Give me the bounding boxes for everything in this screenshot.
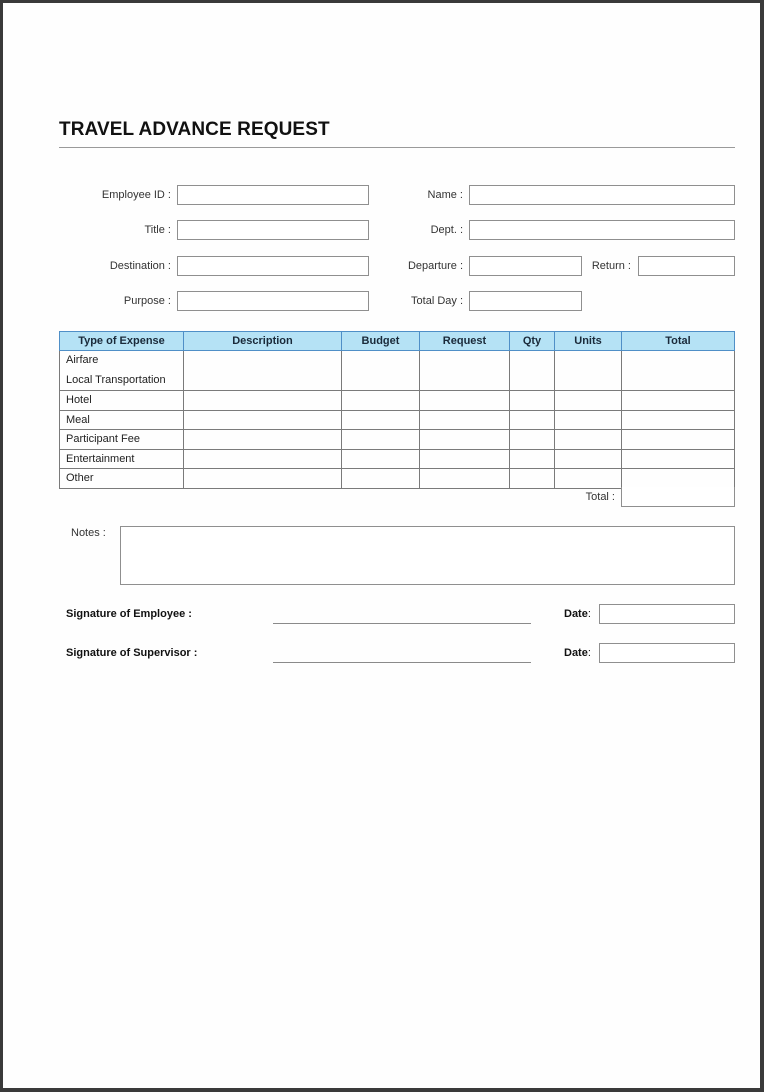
request-cell[interactable] [419, 449, 510, 469]
destination-field[interactable] [177, 256, 369, 276]
qty-cell[interactable] [509, 350, 555, 391]
employee-date-field[interactable] [599, 604, 735, 624]
grand-total-field[interactable] [621, 487, 735, 507]
expense-type-other: Other [59, 468, 184, 489]
table-row: Entertainment [59, 449, 735, 469]
page-title: TRAVEL ADVANCE REQUEST [59, 119, 330, 140]
destination-label: Destination : [109, 260, 171, 272]
dept-field[interactable] [469, 220, 735, 240]
expense-type-hotel: Hotel [59, 390, 184, 411]
qty-cell[interactable] [509, 468, 555, 489]
description-cell[interactable] [183, 390, 342, 411]
expense-type-local-transportation: Local Transportation [66, 373, 166, 386]
total-cell[interactable] [621, 390, 735, 411]
request-cell[interactable] [419, 350, 510, 391]
total-cell[interactable] [621, 468, 735, 489]
supervisor-date-text: Date [564, 647, 588, 659]
notes-label: Notes : [71, 527, 106, 539]
supervisor-date-colon: : [587, 647, 591, 659]
title-field[interactable] [177, 220, 369, 240]
return-field[interactable] [638, 256, 735, 276]
expense-table-header: Type of Expense Description Budget Reque… [59, 331, 735, 351]
qty-cell[interactable] [509, 390, 555, 411]
table-row: Meal [59, 410, 735, 430]
table-row: Participant Fee [59, 429, 735, 450]
description-cell[interactable] [183, 350, 342, 391]
employee-id-field[interactable] [177, 185, 369, 205]
column-header-description: Description [183, 331, 342, 351]
description-cell[interactable] [183, 449, 342, 469]
budget-cell[interactable] [341, 390, 420, 411]
employee-id-label: Employee ID : [101, 189, 171, 201]
purpose-label: Purpose : [123, 295, 171, 307]
expense-type-cell: Airfare Local Transportation [59, 350, 184, 391]
request-cell[interactable] [419, 390, 510, 411]
column-header-budget: Budget [341, 331, 420, 351]
units-cell[interactable] [554, 410, 622, 430]
expense-type-participant-fee: Participant Fee [59, 429, 184, 450]
units-cell[interactable] [554, 449, 622, 469]
departure-field[interactable] [469, 256, 582, 276]
supervisor-signature-label: Signature of Supervisor : [66, 647, 198, 659]
column-header-request: Request [419, 331, 510, 351]
request-cell[interactable] [419, 410, 510, 430]
name-field[interactable] [469, 185, 735, 205]
request-cell[interactable] [419, 429, 510, 450]
dept-label: Dept. : [430, 224, 463, 236]
total-day-field[interactable] [469, 291, 582, 311]
document-page: TRAVEL ADVANCE REQUEST Employee ID : Nam… [3, 3, 760, 1088]
expense-type-airfare: Airfare [66, 354, 99, 366]
description-cell[interactable] [183, 410, 342, 430]
column-header-qty: Qty [509, 331, 555, 351]
qty-cell[interactable] [509, 449, 555, 469]
budget-cell[interactable] [341, 410, 420, 430]
table-row: Other [59, 468, 735, 489]
budget-cell[interactable] [341, 449, 420, 469]
supervisor-date-label: Date: [564, 643, 591, 663]
table-row: Airfare Local Transportation [59, 350, 735, 391]
total-day-label: Total Day : [411, 295, 463, 307]
employee-date-text: Date [564, 608, 588, 620]
units-cell[interactable] [554, 429, 622, 450]
total-cell[interactable] [621, 449, 735, 469]
notes-field[interactable] [120, 526, 735, 585]
description-cell[interactable] [183, 429, 342, 450]
return-label: Return : [591, 260, 631, 272]
total-cell[interactable] [621, 429, 735, 450]
employee-signature-label: Signature of Employee : [66, 608, 192, 620]
units-cell[interactable] [554, 350, 622, 391]
table-row: Hotel [59, 390, 735, 411]
request-cell[interactable] [419, 468, 510, 489]
purpose-field[interactable] [177, 291, 369, 311]
units-cell[interactable] [554, 468, 622, 489]
employee-signature-line[interactable] [273, 623, 531, 624]
budget-cell[interactable] [341, 468, 420, 489]
expense-type-meal: Meal [59, 410, 184, 430]
budget-cell[interactable] [341, 350, 420, 391]
employee-date-label: Date: [564, 604, 591, 624]
expense-type-entertainment: Entertainment [59, 449, 184, 469]
qty-cell[interactable] [509, 429, 555, 450]
name-label: Name : [427, 189, 463, 201]
budget-cell[interactable] [341, 429, 420, 450]
column-header-total: Total [621, 331, 735, 351]
departure-label: Departure : [407, 260, 463, 272]
employee-date-colon: : [587, 608, 591, 620]
grand-total-label: Total : [585, 491, 615, 503]
title-label: Title : [144, 224, 172, 236]
units-cell[interactable] [554, 390, 622, 411]
expense-table: Type of Expense Description Budget Reque… [59, 331, 735, 489]
qty-cell[interactable] [509, 410, 555, 430]
column-header-type: Type of Expense [59, 331, 184, 351]
column-header-units: Units [554, 331, 622, 351]
supervisor-signature-line[interactable] [273, 662, 531, 663]
title-divider [59, 147, 735, 148]
total-cell[interactable] [621, 410, 735, 430]
total-cell[interactable] [621, 350, 735, 391]
description-cell[interactable] [183, 468, 342, 489]
supervisor-date-field[interactable] [599, 643, 735, 663]
